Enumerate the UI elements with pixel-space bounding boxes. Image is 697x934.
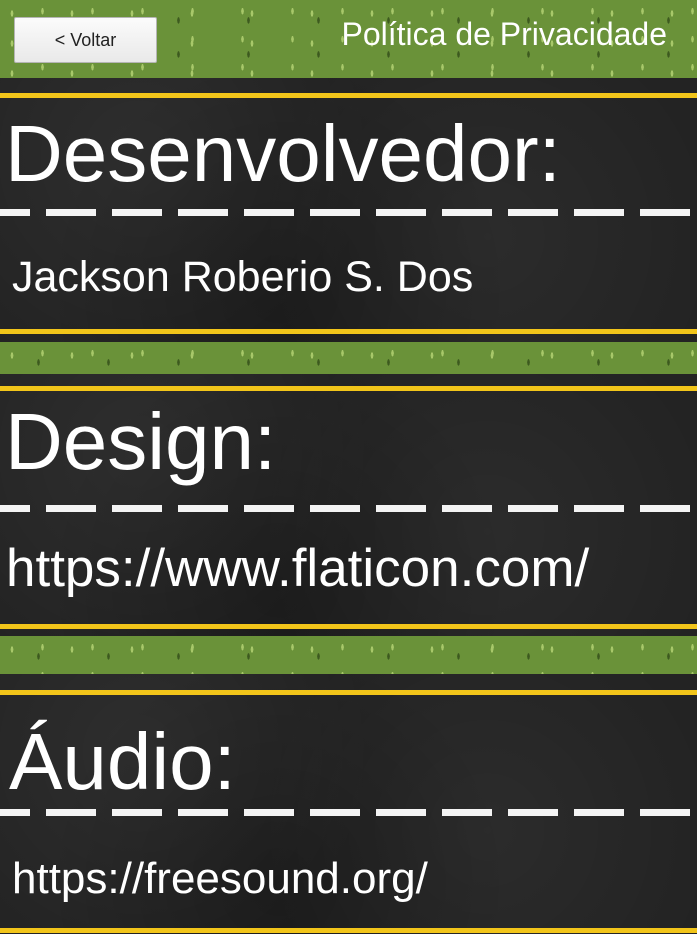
grass-divider	[0, 342, 697, 374]
road-edge-line-bottom	[0, 329, 697, 334]
back-button[interactable]: < Voltar	[14, 17, 157, 63]
lane-divider	[0, 505, 697, 512]
lane-divider	[0, 809, 697, 816]
section-audio: Áudio: https://freesound.org/	[0, 674, 697, 934]
lane-divider	[0, 209, 697, 216]
section-title-developer: Desenvolvedor:	[5, 109, 561, 198]
section-developer: Desenvolvedor: Jackson Roberio S. Dos	[0, 78, 697, 342]
header-bar: < Voltar Política de Privacidade	[0, 0, 697, 78]
section-title-audio: Áudio:	[9, 717, 236, 806]
road-edge-line-bottom	[0, 928, 697, 933]
section-design: Design: https://www.flaticon.com/	[0, 374, 697, 636]
grass-divider	[0, 636, 697, 674]
section-title-design: Design:	[5, 397, 277, 486]
design-link: https://www.flaticon.com/	[6, 539, 590, 598]
road-edge-line-bottom	[0, 624, 697, 629]
road-edge-line-top	[0, 93, 697, 98]
page-title: Política de Privacidade	[341, 16, 667, 52]
developer-name: Jackson Roberio S. Dos	[12, 253, 474, 301]
road-edge-line-top	[0, 690, 697, 695]
audio-link: https://freesound.org/	[12, 854, 428, 903]
road-edge-line-top	[0, 386, 697, 391]
